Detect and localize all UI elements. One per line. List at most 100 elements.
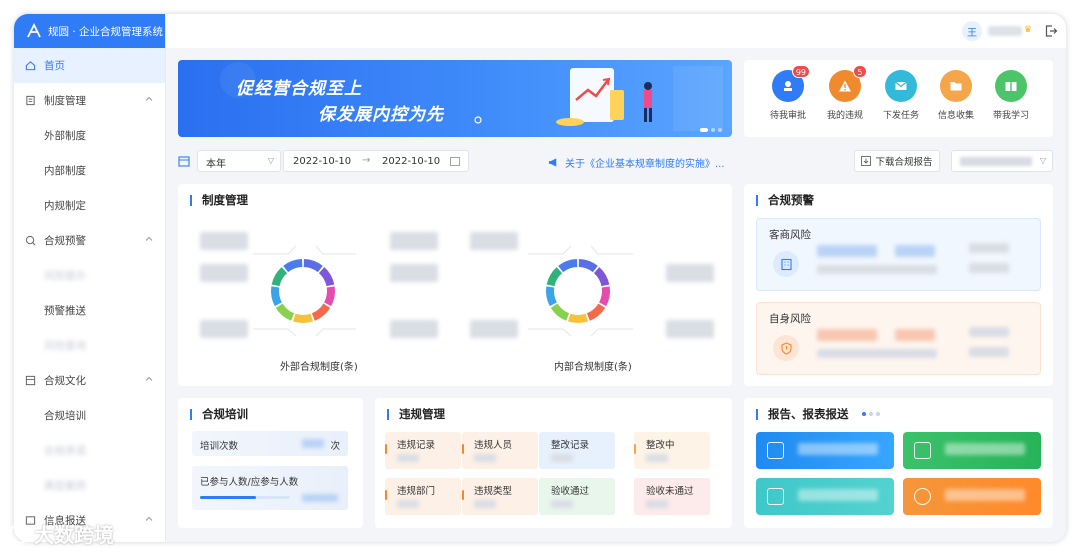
sidebar-group-warning[interactable]: 合规预警 <box>14 223 165 258</box>
organization-value-blurred <box>960 157 1032 166</box>
avatar[interactable]: 王 <box>962 21 982 41</box>
donut-segment[interactable] <box>271 267 288 287</box>
quick-action-violations[interactable]: 5 我的违规 <box>820 65 870 121</box>
report-tile-calendar[interactable] <box>756 432 894 469</box>
donut-segment[interactable] <box>318 267 335 287</box>
violation-tile-label: 违规人员 <box>474 440 513 451</box>
sidebar-item-training[interactable]: 合规培训 <box>14 398 165 433</box>
sidebar-item-home[interactable]: 首页 <box>14 48 165 83</box>
donut-segment[interactable] <box>550 303 570 321</box>
quick-action-label: 带我学习 <box>992 111 1029 121</box>
quick-action-learn[interactable]: 带我学习 <box>986 70 1036 121</box>
donut-segment[interactable] <box>546 286 557 307</box>
sidebar-item-warning-push[interactable]: 预警推送 <box>14 293 165 328</box>
logout-icon[interactable] <box>1044 24 1058 38</box>
download-report-button[interactable]: 下载合规报告 <box>854 150 940 172</box>
approve-icon: 99 <box>772 65 810 102</box>
compliance-warning-card: 合规预警 客商风险 自身风险 <box>744 184 1053 386</box>
violation-tile[interactable]: 验收通过 <box>539 478 615 515</box>
card-title: 违规管理 <box>387 408 445 420</box>
crown-icon: ♛ <box>1023 25 1032 35</box>
document-icon <box>24 95 36 107</box>
chevron-up-icon[interactable] <box>145 235 153 243</box>
donut-segment[interactable] <box>271 286 282 307</box>
violation-tile[interactable]: 整改中 <box>634 432 710 469</box>
quick-action-label: 下发任务 <box>882 111 919 121</box>
sidebar-item-risk-query[interactable]: 风险查询 <box>14 328 165 363</box>
quick-action-tasks[interactable]: 下发任务 <box>876 70 926 121</box>
copy-icon <box>767 488 784 505</box>
chevron-up-icon[interactable] <box>145 375 153 383</box>
donut-segment[interactable] <box>558 259 578 273</box>
sidebar-item-external[interactable]: 外部制度 <box>14 118 165 153</box>
brand-header: 规圆 · 企业合规管理系统 <box>14 14 165 48</box>
legend-blurred <box>200 320 248 338</box>
self-risk-panel[interactable]: 自身风险 <box>756 302 1041 375</box>
report-tile-copy[interactable] <box>756 478 894 515</box>
donut-segment[interactable] <box>586 303 606 321</box>
watermark: 大数跨境 <box>8 519 114 548</box>
notice-link[interactable]: 关于《企业基本规章制度的实施》... <box>548 155 725 170</box>
watermark-logo-icon <box>9 523 29 544</box>
training-count-row: 培训次数 次 <box>192 431 348 456</box>
username-blurred[interactable] <box>988 26 1022 36</box>
sidebar-item-commitment[interactable]: 合规承诺 <box>14 433 165 468</box>
donut-charts <box>253 245 633 337</box>
tile-accent-bar <box>462 490 464 500</box>
legend-blurred <box>470 320 518 338</box>
participation-row: 已参与人数/应参与人数 <box>192 466 348 510</box>
donut-segment[interactable] <box>593 267 610 287</box>
carousel-dots[interactable] <box>700 128 722 132</box>
card-title: 报告、报表报送 <box>756 408 849 420</box>
banner-line-2: 保发展内控为先 <box>318 105 444 125</box>
sidebar-item-drafting[interactable]: 内规制定 <box>14 188 165 223</box>
organization-select[interactable]: ▽ <box>951 150 1053 172</box>
violation-tile[interactable]: 验收未通过 <box>634 478 710 515</box>
period-value: 本年 <box>206 159 226 170</box>
quick-action-approve[interactable]: 99 待我审批 <box>763 65 813 121</box>
violation-tile-label: 违规记录 <box>397 440 436 451</box>
customer-risk-panel[interactable]: 客商风险 <box>756 218 1041 291</box>
violation-tile-label: 整改中 <box>646 440 675 451</box>
chevron-up-icon[interactable] <box>145 515 153 523</box>
warning-search-icon <box>24 235 36 247</box>
report-carousel-dots[interactable] <box>862 412 880 416</box>
calendar-icon <box>178 156 190 167</box>
period-select[interactable]: 本年 ▽ <box>197 150 281 172</box>
sidebar-item-cases[interactable]: 典型案例 <box>14 468 165 503</box>
sidebar-group-label: 制度管理 <box>44 95 86 107</box>
training-count-label: 培训次数 <box>200 441 239 452</box>
logo-icon <box>27 23 41 38</box>
donut-segment[interactable] <box>292 313 314 323</box>
violation-tile[interactable]: 违规类型 <box>462 478 538 515</box>
donut-segment[interactable] <box>546 267 563 287</box>
sidebar-item-risk-supervise[interactable]: 风险督办 <box>14 258 165 293</box>
building-icon <box>773 251 799 277</box>
sidebar-group-system[interactable]: 制度管理 <box>14 83 165 118</box>
donut-segment[interactable] <box>303 259 323 273</box>
sidebar-item-internal[interactable]: 内部制度 <box>14 153 165 188</box>
sidebar-group-culture[interactable]: 合规文化 <box>14 363 165 398</box>
donut-segment[interactable] <box>324 286 335 307</box>
violation-tile[interactable]: 整改记录 <box>539 432 615 469</box>
external-donut-label: 外部合规制度(条) <box>280 362 358 373</box>
violation-tile[interactable]: 违规部门 <box>385 478 461 515</box>
report-tile-clock[interactable] <box>903 478 1041 515</box>
donut-segment[interactable] <box>578 259 598 273</box>
banner-carousel[interactable]: 促经营合规至上 保发展内控为先 <box>178 60 732 137</box>
donut-segment[interactable] <box>275 303 295 321</box>
banner-line-1: 促经营合规至上 <box>236 79 362 99</box>
donut-segment[interactable] <box>599 286 610 307</box>
violation-tile[interactable]: 违规人员 <box>462 432 538 469</box>
sidebar: 规圆 · 企业合规管理系统 首页 制度管理 外部制度 内部制度 内规制定 合规预… <box>14 14 166 542</box>
donut-segment[interactable] <box>283 259 303 273</box>
report-tile-message[interactable] <box>903 432 1041 469</box>
chevron-up-icon[interactable] <box>145 95 153 103</box>
donut-segment[interactable] <box>311 303 331 321</box>
violation-tile[interactable]: 违规记录 <box>385 432 461 469</box>
participation-label: 已参与人数/应参与人数 <box>200 477 299 488</box>
donut-segment[interactable] <box>567 313 589 323</box>
date-range-picker[interactable]: 2022-10-10 → 2022-10-10 <box>283 150 469 172</box>
quick-action-collect[interactable]: 信息收集 <box>931 70 981 121</box>
notice-text: 关于《企业基本规章制度的实施》... <box>565 159 725 170</box>
